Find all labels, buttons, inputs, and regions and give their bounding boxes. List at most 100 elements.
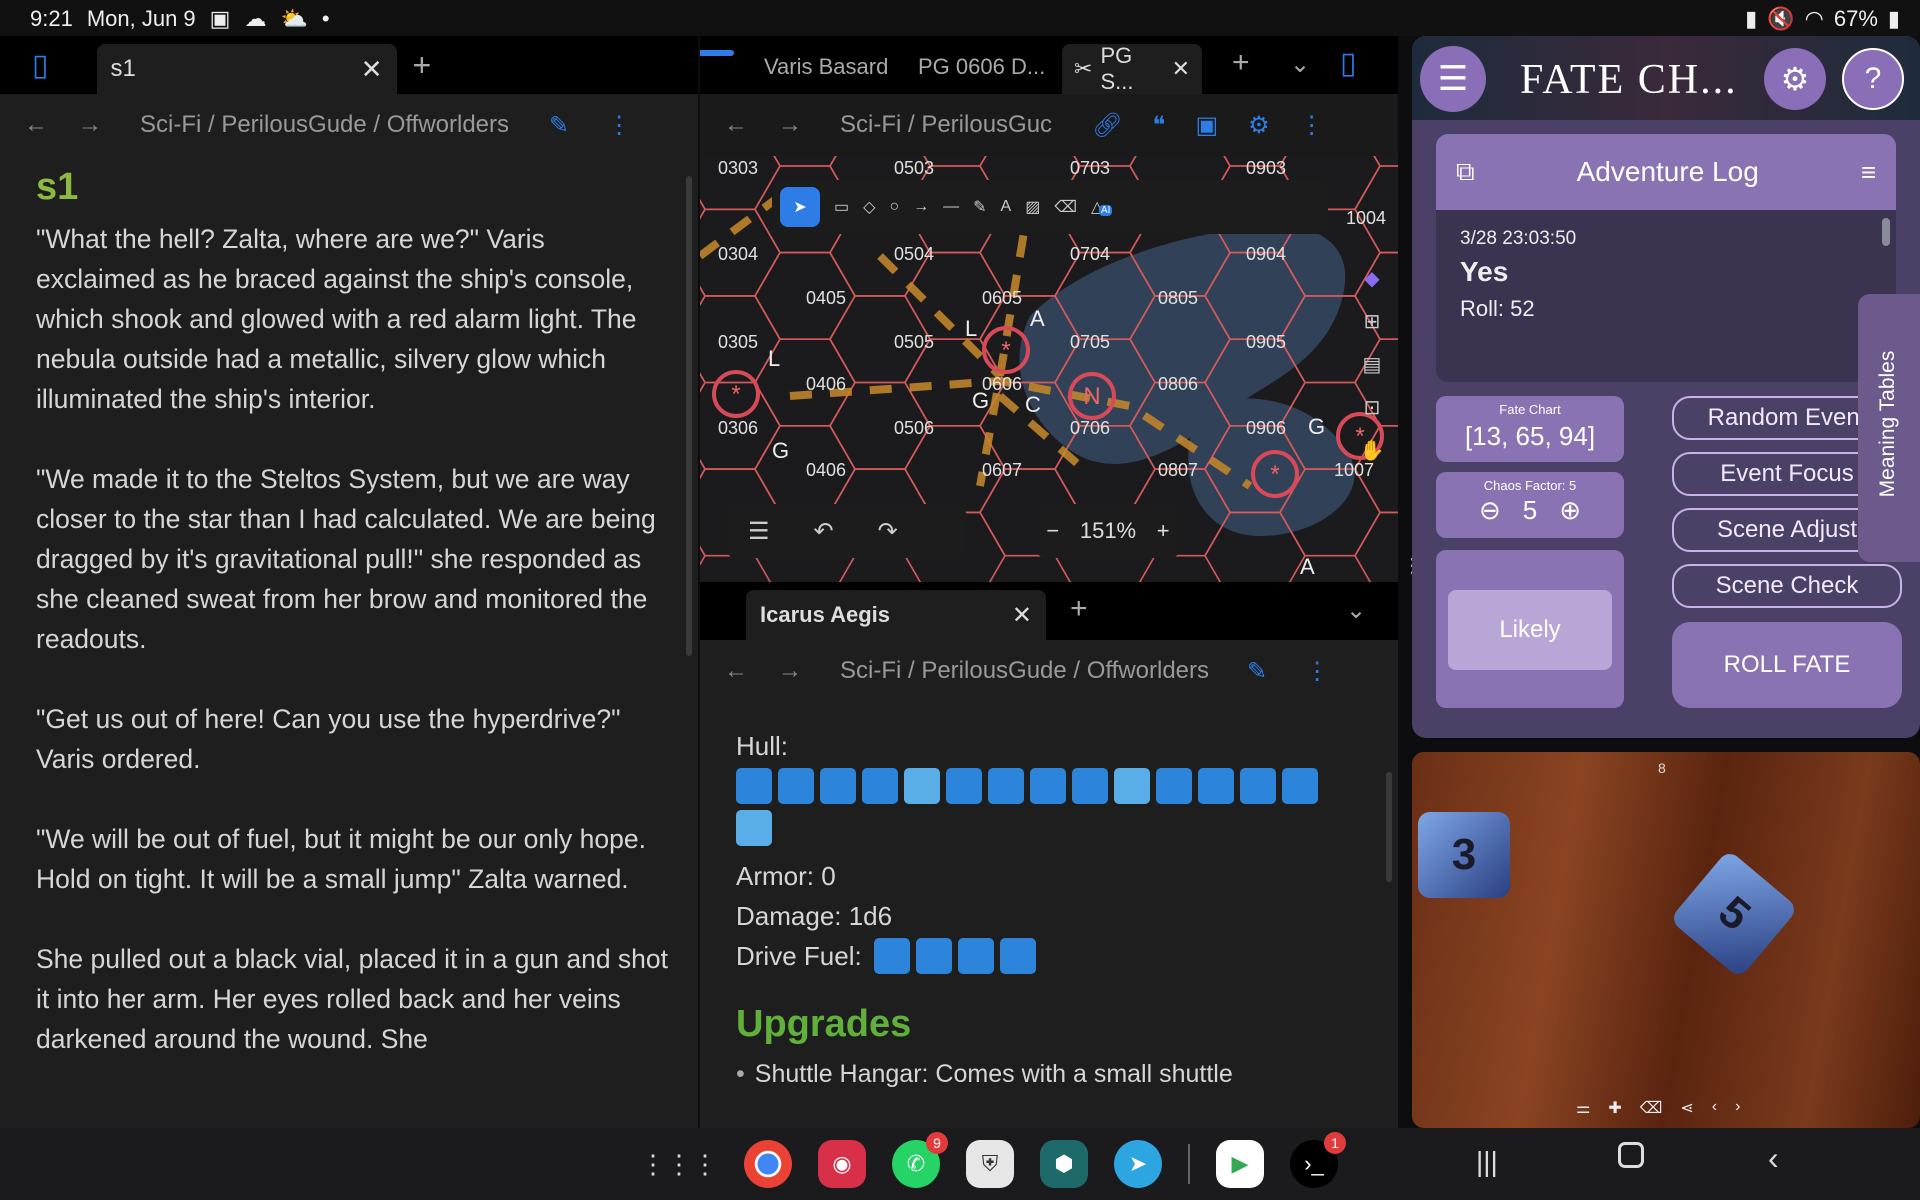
hull-box[interactable] xyxy=(1030,768,1066,804)
right-sidebar-toggle-icon[interactable]: ▯ xyxy=(1340,46,1357,81)
tab-menu-icon[interactable]: ⌄ xyxy=(1346,596,1366,625)
hull-box[interactable] xyxy=(736,810,772,846)
terminal-icon[interactable]: ›_ 1 xyxy=(1290,1132,1346,1188)
tab-icarus-aegis[interactable]: Icarus Aegis ✕ xyxy=(746,590,1046,640)
dice-roller[interactable]: 8 3 5 ⚌ ✚ ⌫ ⋖ ‹ › xyxy=(1412,752,1920,1128)
camera-icon[interactable]: ◉ xyxy=(818,1140,866,1188)
image-tool-icon[interactable]: ▨ xyxy=(1025,197,1040,217)
text-tool-icon[interactable]: A xyxy=(1001,198,1012,216)
back-nav-button[interactable]: ‹ xyxy=(1768,1140,1779,1177)
hull-box[interactable] xyxy=(988,768,1024,804)
hull-box[interactable] xyxy=(904,768,940,804)
link-icon[interactable]: 🔗︎ xyxy=(1092,111,1122,140)
prev-icon[interactable]: ‹ xyxy=(1712,1098,1717,1118)
redo-icon[interactable]: ↷ xyxy=(878,517,898,546)
hull-box[interactable] xyxy=(1282,768,1318,804)
rectangle-tool-icon[interactable]: ▭ xyxy=(834,197,849,217)
tab-pg-0606[interactable]: PG 0606 D... xyxy=(918,54,1045,80)
breadcrumb[interactable]: Sci-Fi / PerilousGude / Offworlders xyxy=(140,111,509,139)
sliders-icon[interactable]: ⚌ xyxy=(1576,1098,1590,1118)
home-button[interactable] xyxy=(1618,1142,1644,1168)
split-handle[interactable]: ⋮ xyxy=(1402,556,1422,600)
whatsapp-icon[interactable]: ✆ 9 xyxy=(892,1132,948,1188)
pencil-tool-icon[interactable]: ✎ xyxy=(973,197,986,217)
telegram-icon[interactable]: ➤ xyxy=(1114,1140,1162,1188)
close-tab-icon[interactable]: ✕ xyxy=(1172,56,1190,82)
tab-menu-icon[interactable]: ⌄ xyxy=(1290,50,1310,79)
fuel-box[interactable] xyxy=(999,938,1036,974)
hull-box[interactable] xyxy=(1198,768,1234,804)
new-file-icon[interactable]: ⊞ xyxy=(1364,309,1381,334)
recents-button[interactable]: ||| xyxy=(1476,1146,1498,1178)
line-tool-icon[interactable]: — xyxy=(943,198,959,216)
eraser-tool-icon[interactable]: ⌫ xyxy=(1054,197,1077,217)
decrease-chaos-button[interactable]: ⊖ xyxy=(1479,495,1501,526)
close-tab-icon[interactable]: ✕ xyxy=(361,54,383,85)
hull-box[interactable] xyxy=(862,768,898,804)
new-tab-button[interactable]: + xyxy=(413,47,432,84)
help-button[interactable]: ? xyxy=(1842,48,1904,110)
add-icon[interactable]: ✚ xyxy=(1608,1098,1621,1118)
ellipse-tool-icon[interactable]: ○ xyxy=(889,198,899,216)
hull-box[interactable] xyxy=(820,768,856,804)
scrollbar[interactable] xyxy=(1882,218,1890,246)
close-tab-icon[interactable]: ✕ xyxy=(1012,601,1032,630)
share-icon[interactable]: ⋖ xyxy=(1680,1098,1693,1118)
scene-check-button[interactable]: Scene Check xyxy=(1672,564,1902,608)
fuel-box[interactable] xyxy=(957,938,994,974)
drag-handle[interactable] xyxy=(700,50,734,56)
lock-icon[interactable]: ⊡ xyxy=(1364,395,1381,420)
back-button[interactable]: ← xyxy=(24,111,48,139)
next-icon[interactable]: › xyxy=(1735,1098,1740,1118)
settings-icon[interactable]: ⚙ xyxy=(1248,111,1270,140)
chrome-icon[interactable] xyxy=(744,1140,792,1188)
more-icon[interactable]: ⋮ xyxy=(607,111,631,140)
hull-box[interactable] xyxy=(946,768,982,804)
note-body[interactable]: "What the hell? Zalta, where are we?" Va… xyxy=(0,219,698,1059)
hand-icon[interactable]: ✋ xyxy=(1360,438,1385,463)
meaning-tables-tab[interactable]: Meaning Tables xyxy=(1858,294,1920,562)
back-button[interactable]: ← xyxy=(724,657,748,685)
breadcrumb[interactable]: Sci-Fi / PerilousGude / Offworlders xyxy=(840,657,1209,685)
hull-box[interactable] xyxy=(1156,768,1192,804)
quote-icon[interactable]: ❝ xyxy=(1153,111,1166,140)
fuel-box[interactable] xyxy=(873,938,910,974)
edit-icon[interactable]: ✎ xyxy=(1247,657,1267,686)
die-2[interactable]: 5 xyxy=(1669,849,1799,979)
copy-icon[interactable]: ⧉ xyxy=(1456,156,1475,188)
roll-fate-button[interactable]: ROLL FATE xyxy=(1672,622,1902,708)
increase-chaos-button[interactable]: ⊕ xyxy=(1559,495,1581,526)
menu-button[interactable]: ☰ xyxy=(1420,46,1486,112)
zoom-in-button[interactable]: + xyxy=(1157,518,1170,544)
select-tool-icon[interactable]: ➤ xyxy=(780,187,820,227)
new-tab-button[interactable]: + xyxy=(1232,46,1250,80)
hull-box[interactable] xyxy=(1072,768,1108,804)
tab-pg-s[interactable]: ✂ PG S... ✕ xyxy=(1062,43,1202,94)
tab-varis[interactable]: Varis Basard xyxy=(764,54,888,80)
likelihood-button[interactable]: Likely xyxy=(1448,590,1612,670)
forward-button[interactable]: → xyxy=(778,111,802,139)
zoom-level[interactable]: 151% xyxy=(1080,518,1136,544)
settings-button[interactable]: ⚙ xyxy=(1764,48,1826,110)
forward-button[interactable]: → xyxy=(78,111,102,139)
eraser-icon[interactable]: ⌫ xyxy=(1640,1098,1663,1118)
hull-box[interactable] xyxy=(736,768,772,804)
more-icon[interactable]: ⋮ xyxy=(1305,657,1329,686)
edit-icon[interactable]: ✎ xyxy=(549,111,569,140)
zoom-out-button[interactable]: − xyxy=(1046,518,1059,544)
tab-s1[interactable]: s1 ✕ xyxy=(96,44,397,94)
menu-icon[interactable]: ☰ xyxy=(748,517,770,546)
maps-icon[interactable]: ⛨ xyxy=(966,1140,1014,1188)
more-icon[interactable]: ⋮ xyxy=(1300,111,1324,140)
scrollbar[interactable] xyxy=(686,176,692,656)
obsidian-icon[interactable]: ◆ xyxy=(1364,266,1379,291)
back-button[interactable]: ← xyxy=(724,111,748,139)
fuel-box[interactable] xyxy=(915,938,952,974)
book-icon[interactable]: ▤ xyxy=(1363,352,1382,377)
save-icon[interactable]: ▣ xyxy=(1195,111,1218,140)
ai-tool-icon[interactable]: △ AI xyxy=(1091,197,1113,217)
play-store-icon[interactable]: ▶ xyxy=(1216,1140,1264,1188)
scrollbar[interactable] xyxy=(1386,772,1392,882)
sidebar-toggle-icon[interactable]: ▯ xyxy=(32,48,49,83)
new-tab-button[interactable]: + xyxy=(1070,592,1088,626)
